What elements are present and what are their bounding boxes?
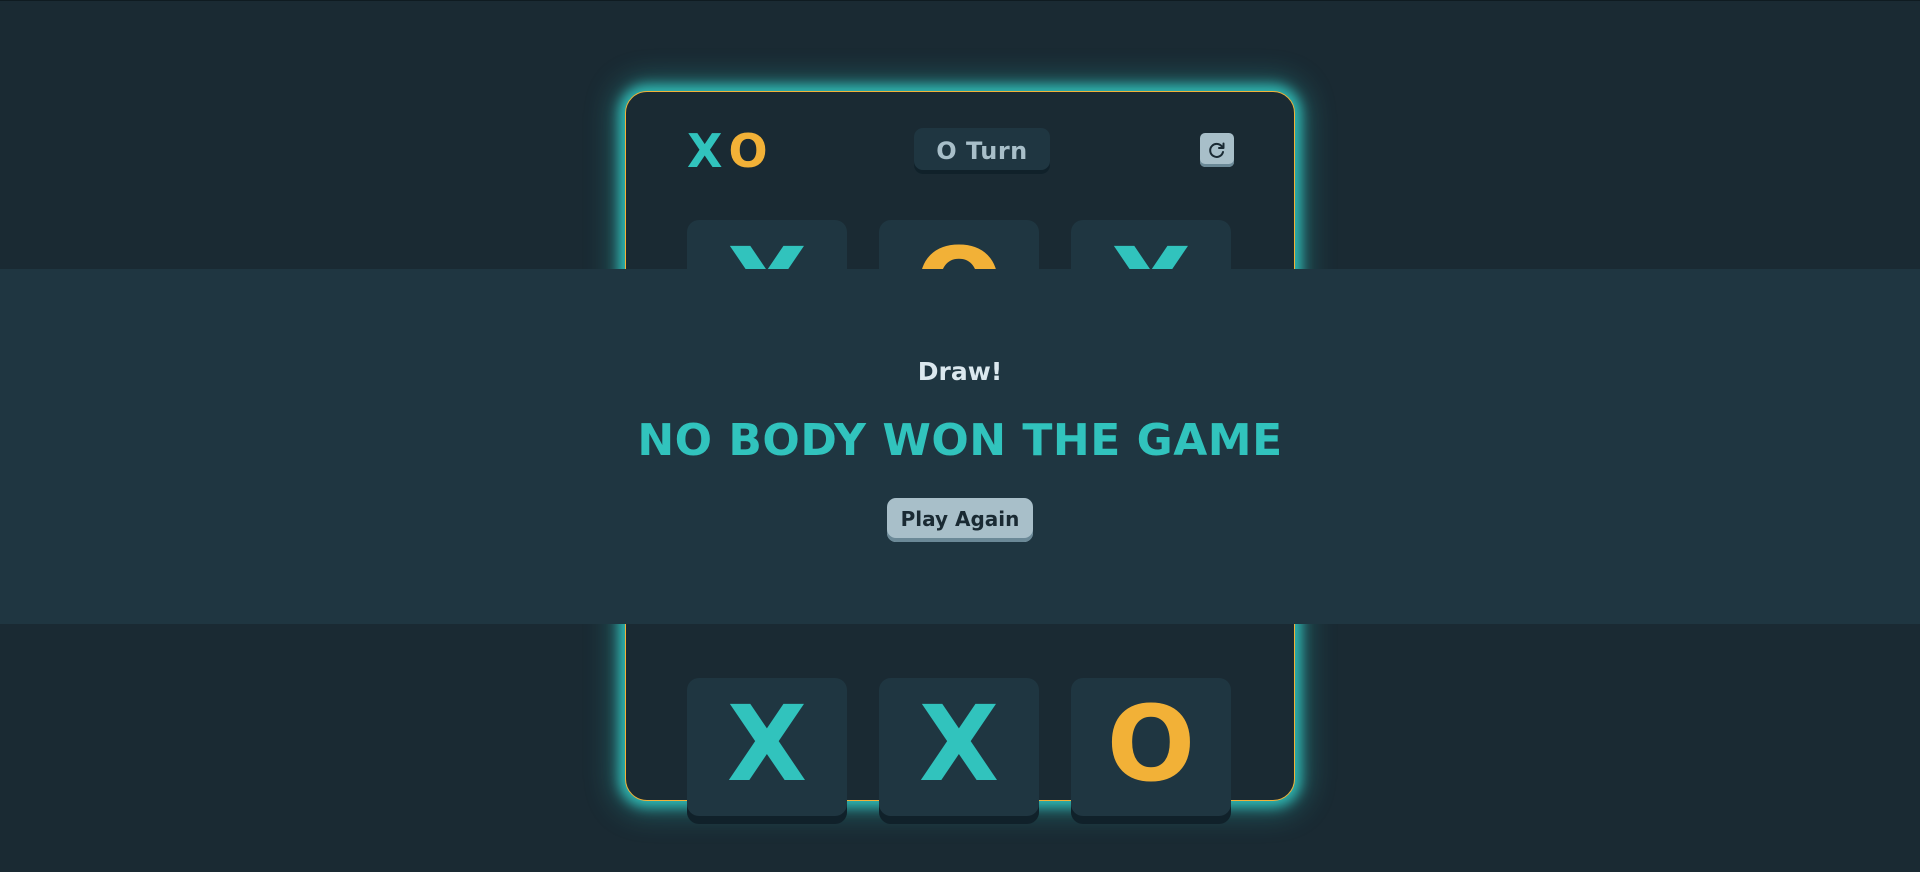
logo: X O	[687, 128, 768, 174]
result-banner: Draw! NO BODY WON THE GAME Play Again	[0, 269, 1920, 624]
restart-button[interactable]	[1200, 133, 1234, 167]
play-again-button[interactable]: Play Again	[887, 498, 1033, 542]
board-cell-7[interactable]: X	[687, 678, 847, 824]
board-cell-9[interactable]: O	[1071, 678, 1231, 824]
restart-icon	[1209, 142, 1225, 158]
logo-o: O	[728, 124, 768, 178]
result-label: Draw!	[917, 357, 1003, 386]
game-page: X O O Turn X O X X X O Draw! NO BODY WON…	[0, 0, 1920, 872]
turn-indicator: O Turn	[914, 128, 1050, 174]
result-title: NO BODY WON THE GAME	[637, 415, 1283, 466]
logo-x: X	[687, 124, 723, 178]
board-cell-8[interactable]: X	[879, 678, 1039, 824]
